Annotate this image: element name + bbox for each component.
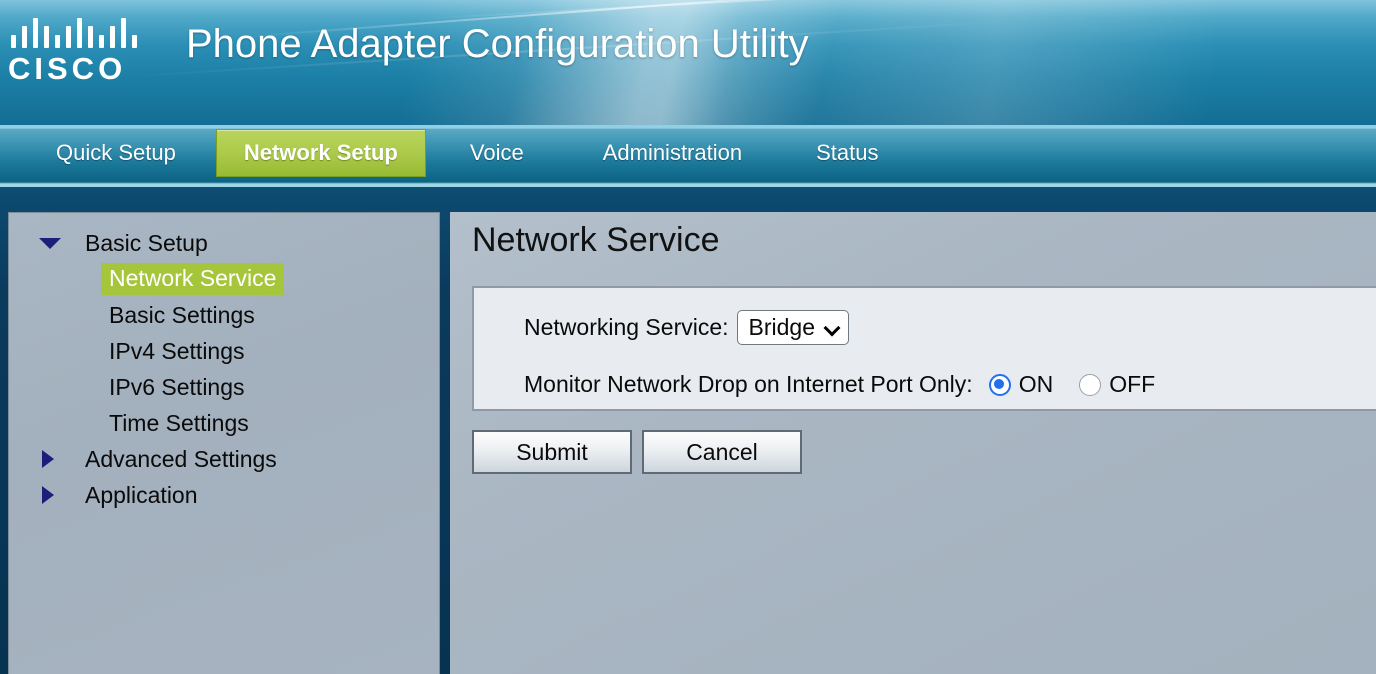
page-title: Phone Adapter Configuration Utility bbox=[186, 22, 809, 66]
tab-status[interactable]: Status bbox=[780, 129, 908, 177]
cancel-button[interactable]: Cancel bbox=[642, 430, 802, 474]
sidebar-item-label: IPv6 Settings bbox=[109, 373, 245, 400]
sidebar-tree: Basic Setup Network Service Basic Settin… bbox=[9, 213, 439, 513]
chevron-right-icon[interactable] bbox=[39, 477, 61, 513]
networking-service-select[interactable]: Bridge bbox=[736, 310, 850, 345]
networking-service-label: Networking Service: bbox=[524, 314, 729, 340]
tab-network-setup[interactable]: Network Setup bbox=[215, 129, 426, 177]
tab-quick-setup[interactable]: Quick Setup bbox=[10, 129, 216, 177]
sidebar-item-basic-settings[interactable]: Basic Settings bbox=[9, 297, 439, 333]
networking-service-value: Bridge bbox=[748, 314, 816, 340]
monitor-network-drop-row: Monitor Network Drop on Internet Port On… bbox=[524, 373, 1155, 396]
nav-inner: Quick Setup Network Setup Voice Administ… bbox=[10, 129, 1366, 179]
nav-tab-list: Quick Setup Network Setup Voice Administ… bbox=[10, 129, 908, 177]
chevron-down-icon bbox=[826, 321, 839, 334]
sidebar-item-network-service[interactable]: Network Service bbox=[9, 261, 439, 297]
sidebar-item-ipv6-settings[interactable]: IPv6 Settings bbox=[9, 369, 439, 405]
sidebar-item-time-settings[interactable]: Time Settings bbox=[9, 405, 439, 441]
header-light-streak bbox=[419, 0, 1139, 20]
sidebar-item-label: Application bbox=[85, 481, 198, 508]
sidebar-item-label: Time Settings bbox=[109, 409, 249, 436]
chevron-down-icon[interactable] bbox=[39, 225, 61, 261]
sidebar-item-advanced-settings[interactable]: Advanced Settings bbox=[9, 441, 439, 477]
sidebar: Basic Setup Network Service Basic Settin… bbox=[8, 212, 440, 674]
cisco-logo-bars bbox=[11, 14, 143, 48]
main-navigation: Quick Setup Network Setup Voice Administ… bbox=[0, 125, 1376, 187]
sidebar-item-label: IPv4 Settings bbox=[109, 337, 245, 364]
monitor-network-drop-radio-group: ON OFF bbox=[988, 371, 1155, 397]
page-body: Basic Setup Network Service Basic Settin… bbox=[0, 187, 1376, 674]
monitor-network-drop-label: Monitor Network Drop on Internet Port On… bbox=[524, 371, 973, 397]
sidebar-item-label: Advanced Settings bbox=[85, 445, 277, 472]
submit-button[interactable]: Submit bbox=[472, 430, 632, 474]
radio-on-label: ON bbox=[1018, 371, 1054, 397]
tab-administration[interactable]: Administration bbox=[559, 129, 780, 177]
sidebar-item-basic-setup[interactable]: Basic Setup bbox=[9, 225, 439, 261]
sidebar-item-application[interactable]: Application bbox=[9, 477, 439, 513]
tab-voice[interactable]: Voice bbox=[426, 129, 559, 177]
settings-form-panel: Networking Service: Bridge Monitor Netwo… bbox=[472, 286, 1376, 411]
app-header: CISCO Phone Adapter Configuration Utilit… bbox=[0, 0, 1376, 125]
sidebar-item-label: Network Service bbox=[101, 263, 285, 295]
sidebar-item-label: Basic Settings bbox=[109, 301, 255, 328]
radio-off[interactable]: OFF bbox=[1079, 373, 1155, 396]
chevron-right-icon[interactable] bbox=[39, 441, 61, 477]
cisco-wordmark: CISCO bbox=[8, 51, 127, 86]
form-actions: Submit Cancel bbox=[472, 430, 802, 474]
cisco-logo: CISCO bbox=[8, 14, 148, 89]
radio-button-icon bbox=[1079, 373, 1102, 396]
main-content: Network Service Networking Service: Brid… bbox=[450, 212, 1376, 674]
sidebar-item-ipv4-settings[interactable]: IPv4 Settings bbox=[9, 333, 439, 369]
radio-off-label: OFF bbox=[1109, 371, 1156, 397]
section-title: Network Service bbox=[472, 221, 720, 259]
sidebar-item-label: Basic Setup bbox=[85, 229, 208, 256]
radio-button-icon bbox=[988, 373, 1011, 396]
radio-on[interactable]: ON bbox=[988, 371, 1054, 397]
networking-service-row: Networking Service: Bridge bbox=[524, 310, 850, 345]
